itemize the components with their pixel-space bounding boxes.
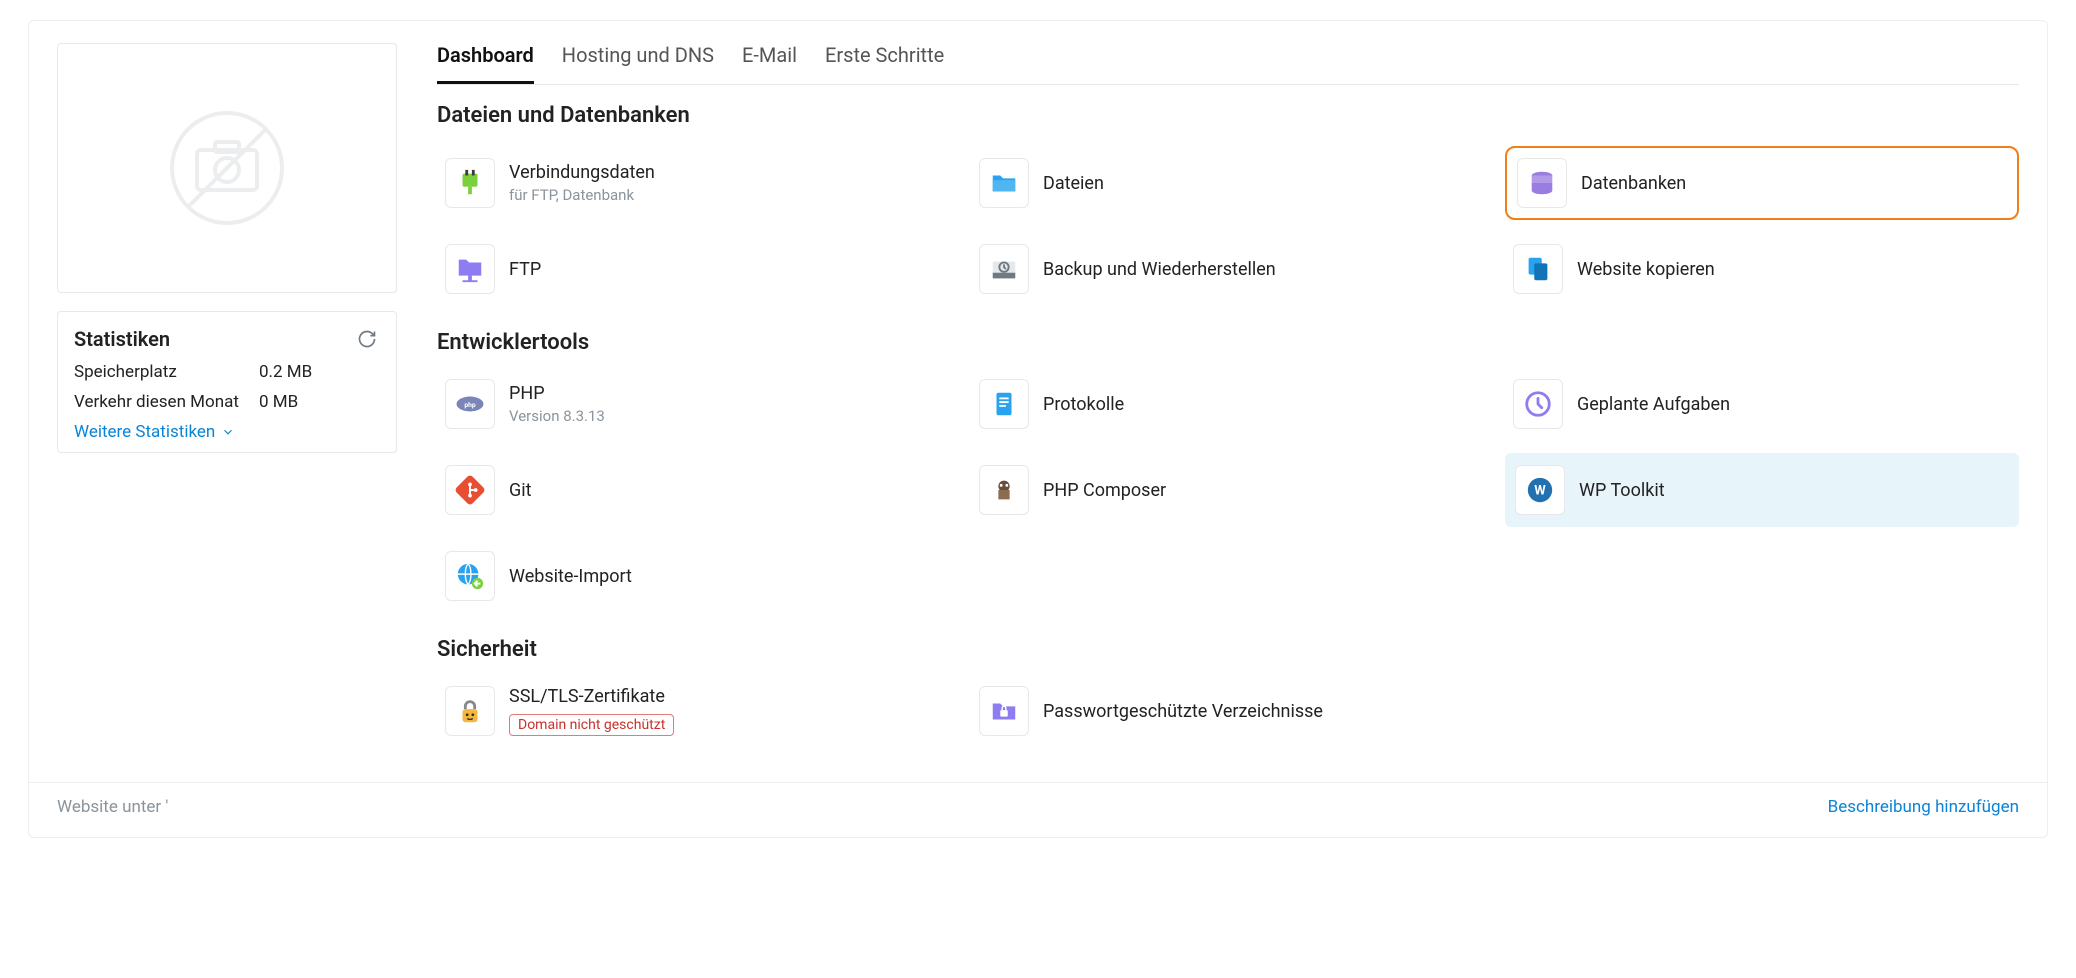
tile-label: Website kopieren	[1577, 259, 1715, 280]
stat-disk: Speicherplatz 0.2 MB	[74, 362, 380, 382]
stats-box: Statistiken Speicherplatz 0.2 MB Verkehr…	[57, 311, 397, 453]
tabs: Dashboard Hosting und DNS E-Mail Erste S…	[437, 43, 2019, 85]
tile-logs[interactable]: Protokolle	[971, 373, 1485, 435]
document-icon	[989, 389, 1019, 419]
card-footer: Website unter ' Beschreibung hinzufügen	[29, 782, 2047, 817]
copy-site-icon	[1523, 254, 1553, 284]
database-icon	[1527, 168, 1557, 198]
svg-text:php: php	[464, 401, 476, 409]
svg-text:W: W	[1534, 484, 1546, 499]
tile-label: SSL/TLS-Zertifikate	[509, 686, 674, 707]
tile-php-composer[interactable]: PHP Composer	[971, 453, 1485, 527]
git-icon	[455, 475, 485, 505]
tile-label: Backup und Wiederherstellen	[1043, 259, 1276, 280]
ftp-folder-icon	[455, 254, 485, 284]
refresh-icon	[357, 329, 377, 349]
tile-password-dirs[interactable]: Passwortgeschützte Verzeichnisse	[971, 680, 1485, 742]
stats-title: Statistiken	[74, 327, 170, 351]
tile-label: Dateien	[1043, 173, 1104, 194]
no-camera-icon	[167, 108, 287, 228]
globe-import-icon	[455, 561, 485, 591]
tile-label: Passwortgeschützte Verzeichnisse	[1043, 701, 1323, 722]
composer-icon	[989, 475, 1019, 505]
stat-disk-label: Speicherplatz	[74, 362, 259, 382]
tile-git[interactable]: Git	[437, 453, 951, 527]
stat-traffic-label: Verkehr diesen Monat	[74, 392, 259, 412]
main-content: Dashboard Hosting und DNS E-Mail Erste S…	[437, 43, 2019, 772]
php-icon: php	[455, 389, 485, 419]
backup-icon	[989, 254, 1019, 284]
tile-databases[interactable]: Datenbanken	[1505, 146, 2019, 220]
tab-hosting-dns[interactable]: Hosting und DNS	[562, 43, 714, 84]
tab-dashboard[interactable]: Dashboard	[437, 43, 534, 84]
add-description-link[interactable]: Beschreibung hinzufügen	[1828, 797, 2019, 817]
tile-website-import[interactable]: Website-Import	[437, 545, 951, 607]
sidebar: Statistiken Speicherplatz 0.2 MB Verkehr…	[57, 43, 397, 772]
chevron-down-icon	[221, 425, 235, 439]
tile-php[interactable]: php PHP Version 8.3.13	[437, 373, 951, 435]
tile-backup[interactable]: Backup und Wiederherstellen	[971, 238, 1485, 300]
tile-label: Git	[509, 480, 532, 501]
clock-icon	[1523, 389, 1553, 419]
footer-website-path: Website unter '	[57, 797, 168, 817]
tab-email[interactable]: E-Mail	[742, 43, 797, 84]
section-security: Sicherheit	[437, 637, 2019, 662]
tile-ssl[interactable]: SSL/TLS-Zertifikate Domain nicht geschüt…	[437, 680, 951, 742]
tile-ftp[interactable]: FTP	[437, 238, 951, 300]
tile-label: Geplante Aufgaben	[1577, 394, 1730, 415]
tile-label: Website-Import	[509, 566, 632, 587]
tile-copy-website[interactable]: Website kopieren	[1505, 238, 2019, 300]
tile-connection-info[interactable]: Verbindungsdaten für FTP, Datenbank	[437, 146, 951, 220]
tile-files[interactable]: Dateien	[971, 146, 1485, 220]
tile-sublabel: für FTP, Datenbank	[509, 186, 655, 204]
tile-label: WP Toolkit	[1579, 480, 1665, 501]
lock-icon	[455, 696, 485, 726]
tile-label: Protokolle	[1043, 394, 1124, 415]
section-dev-tools: Entwicklertools	[437, 330, 2019, 355]
plug-icon	[455, 168, 485, 198]
tile-label: PHP Composer	[1043, 480, 1166, 501]
tile-sublabel: Version 8.3.13	[509, 407, 605, 425]
stat-disk-value: 0.2 MB	[259, 362, 312, 382]
ssl-warning-badge: Domain nicht geschützt	[509, 714, 674, 736]
tile-wp-toolkit[interactable]: W WP Toolkit	[1505, 453, 2019, 527]
tile-scheduled-tasks[interactable]: Geplante Aufgaben	[1505, 373, 2019, 435]
locked-folder-icon	[989, 696, 1019, 726]
refresh-stats-button[interactable]	[354, 326, 380, 352]
tile-label: FTP	[509, 259, 541, 280]
stat-traffic: Verkehr diesen Monat 0 MB	[74, 392, 380, 412]
more-stats-label: Weitere Statistiken	[74, 422, 215, 442]
tile-label: Verbindungsdaten	[509, 162, 655, 183]
folder-icon	[989, 168, 1019, 198]
more-stats-link[interactable]: Weitere Statistiken	[74, 422, 380, 442]
stat-traffic-value: 0 MB	[259, 392, 298, 412]
wordpress-icon: W	[1525, 475, 1555, 505]
tile-label: Datenbanken	[1581, 173, 1686, 194]
tab-first-steps[interactable]: Erste Schritte	[825, 43, 944, 84]
tile-label: PHP	[509, 383, 605, 404]
domain-card: Statistiken Speicherplatz 0.2 MB Verkehr…	[28, 20, 2048, 838]
site-preview-placeholder[interactable]	[57, 43, 397, 293]
section-files-db: Dateien und Datenbanken	[437, 103, 2019, 128]
